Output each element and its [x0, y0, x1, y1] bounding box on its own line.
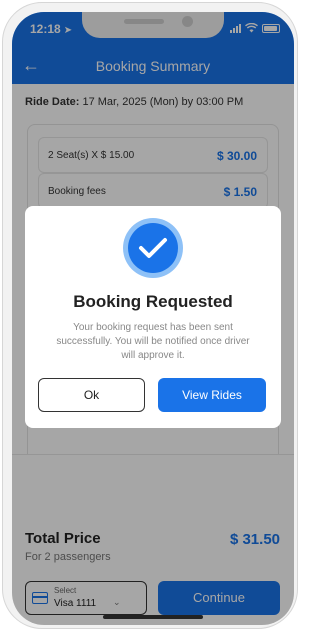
phone-frame: 12:18 ➤ ← Booking Summary Ride Date: 17 …	[2, 2, 298, 629]
success-check-icon	[123, 218, 183, 278]
dialog-message: Your booking request has been sent succe…	[56, 322, 250, 361]
screen: 12:18 ➤ ← Booking Summary Ride Date: 17 …	[12, 12, 294, 625]
dialog-title: Booking Requested	[73, 292, 233, 311]
view-rides-button[interactable]: View Rides	[158, 378, 266, 412]
ok-button[interactable]: Ok	[38, 378, 145, 412]
booking-requested-dialog: Booking Requested Your booking request h…	[25, 206, 281, 428]
home-indicator[interactable]	[103, 615, 203, 619]
